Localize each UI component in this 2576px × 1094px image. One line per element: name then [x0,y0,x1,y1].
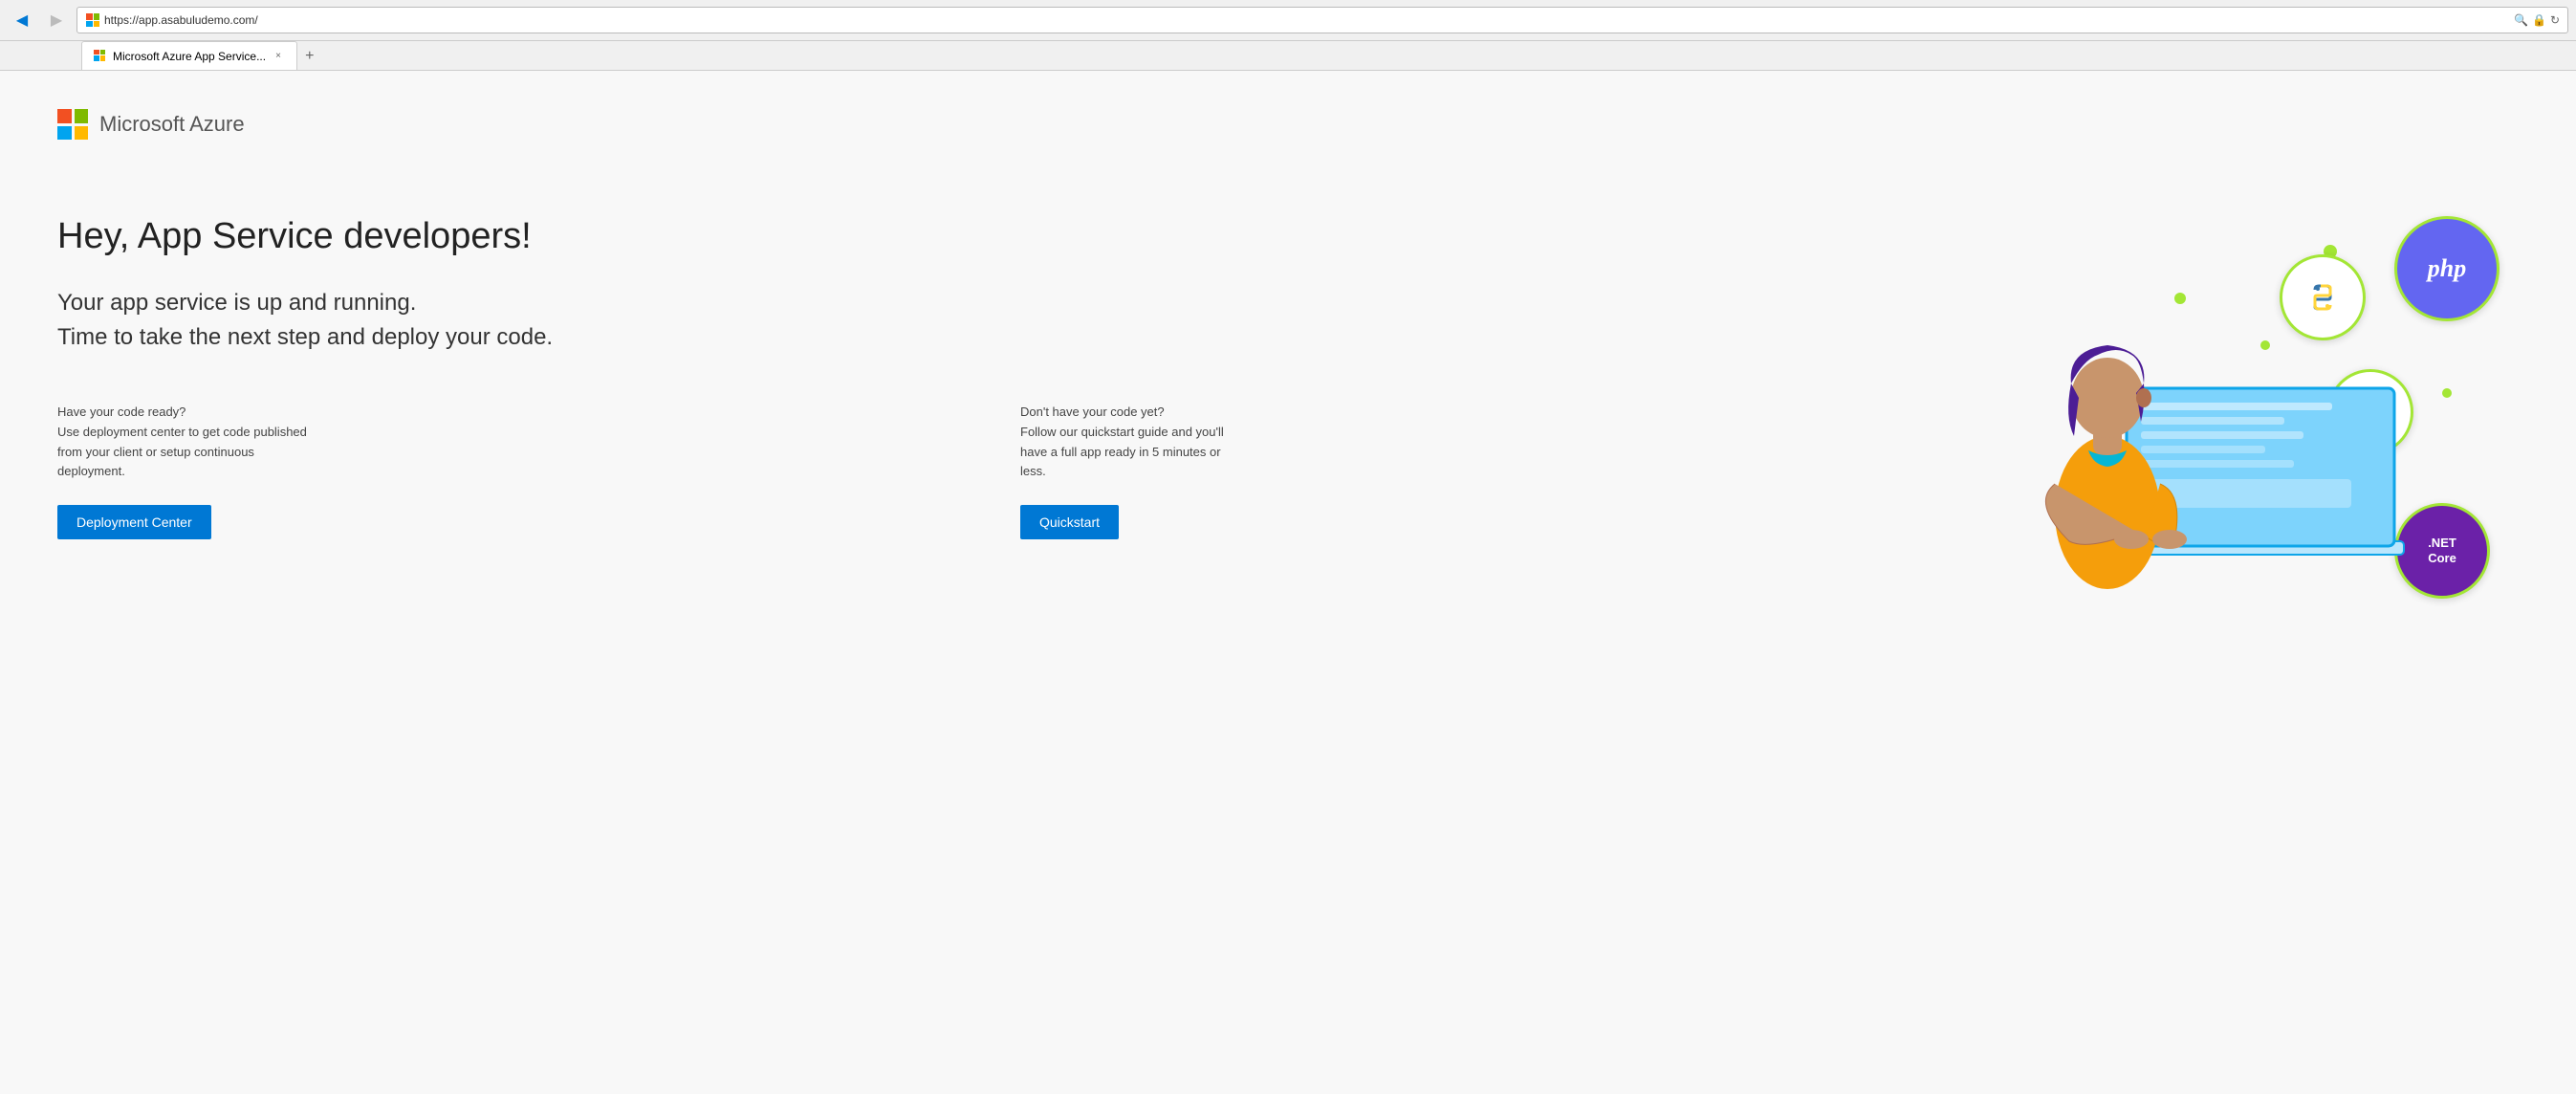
right-illustration: php [1964,197,2519,637]
new-tab-button[interactable]: + [297,43,321,70]
address-icons: 🔍 🔒 ↻ [2514,13,2560,27]
refresh-icon: ↻ [2550,13,2560,27]
tab-close-button[interactable]: × [272,50,285,63]
quickstart-button[interactable]: Quickstart [1020,505,1119,539]
favicon [85,12,100,28]
illustration-container: php [1964,197,2519,637]
microsoft-logo [57,109,88,140]
address-bar[interactable]: https://app.asabuludemo.com/ 🔍 🔒 ↻ [76,7,2568,33]
url-text: https://app.asabuludemo.com/ [104,13,2510,27]
browser-toolbar: ◀ ▶ https://app.asabuludemo.com/ 🔍 🔒 ↻ [0,0,2576,41]
hero-subtitle-line1: Your app service is up and running. [57,290,416,316]
logo-text: Microsoft Azure [99,112,245,137]
search-icon: 🔍 [2514,13,2528,27]
active-tab[interactable]: Microsoft Azure App Service... × [81,41,297,70]
hero-subtitle-line2: Time to take the next step and deploy yo… [57,324,553,350]
woman-svg [1964,197,2519,637]
back-button[interactable]: ◀ [8,6,36,34]
tab-favicon [94,50,107,63]
lock-icon: 🔒 [2532,13,2546,27]
tabs-bar: Microsoft Azure App Service... × + [0,41,2576,71]
left-col-text: Have your code ready? Use deployment cen… [57,403,963,482]
two-columns: Have your code ready? Use deployment cen… [57,403,1926,539]
deployment-center-button[interactable]: Deployment Center [57,505,211,539]
hero-subtitle: Your app service is up and running. Time… [57,286,1926,355]
forward-button[interactable]: ▶ [42,6,71,34]
main-layout: Hey, App Service developers! Your app se… [57,197,2519,637]
right-col: Don't have your code yet? Follow our qui… [1020,403,1926,539]
left-content: Hey, App Service developers! Your app se… [57,197,1926,568]
left-col: Have your code ready? Use deployment cen… [57,403,963,539]
tab-title: Microsoft Azure App Service... [113,50,266,63]
page-content: Microsoft Azure Hey, App Service develop… [0,71,2576,1094]
hero-title: Hey, App Service developers! [57,216,1926,257]
logo-area: Microsoft Azure [57,109,2519,140]
right-col-text: Don't have your code yet? Follow our qui… [1020,403,1926,482]
